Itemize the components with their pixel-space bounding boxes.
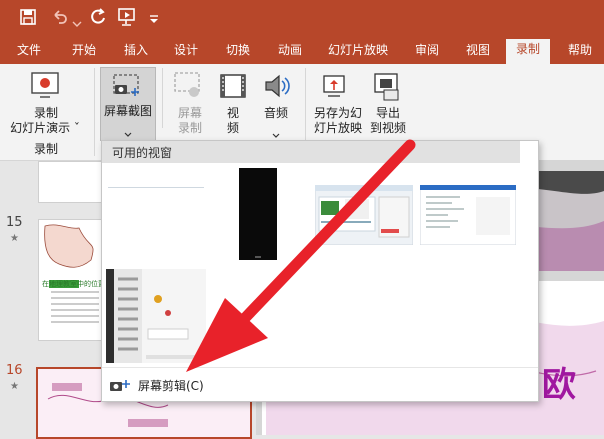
annotation-arrow [186, 139, 416, 372]
